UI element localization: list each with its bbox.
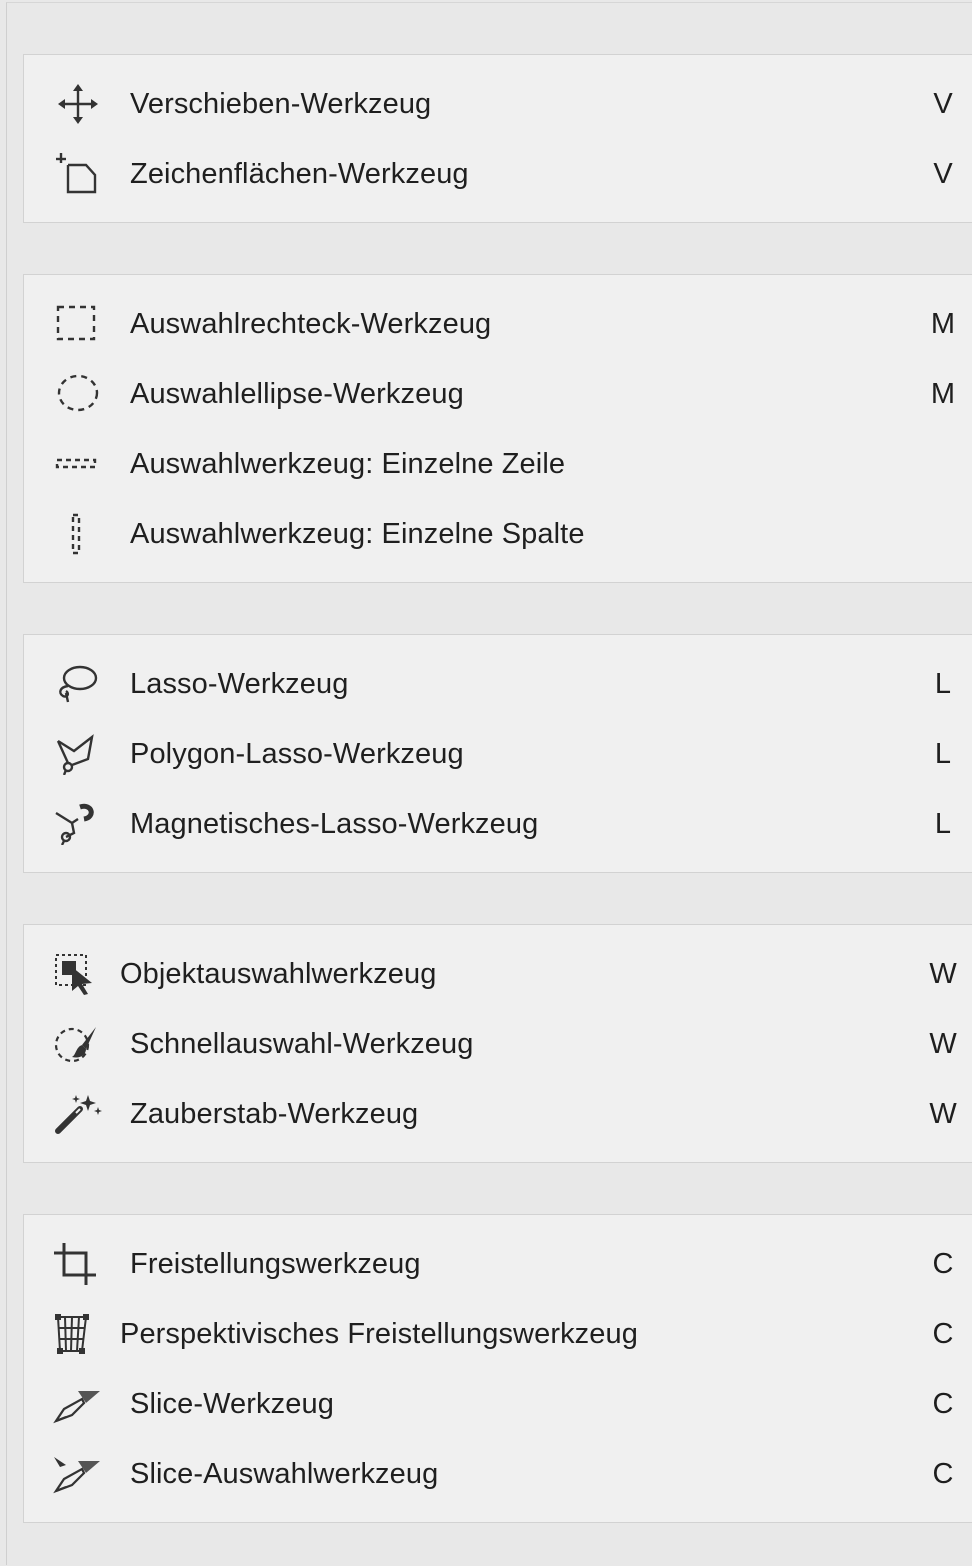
menu-item-magic-wand-tool[interactable]: Zauberstab-Werkzeug W [24,1079,972,1149]
lasso-icon [52,663,104,705]
menu-item-label: Polygon-Lasso-Werkzeug [130,738,464,770]
tool-group-selection: Objektauswahlwerkzeug W Schnellauswahl-W… [23,924,972,1163]
shortcut-key: M [930,308,956,340]
single-row-marquee-icon [52,443,104,485]
object-selection-icon [52,953,104,995]
menu-item-perspective-crop-tool[interactable]: Perspektivisches Freistellungswerkzeug C [24,1299,972,1369]
shortcut-key: L [934,668,952,700]
menu-item-label: Auswahlwerkzeug: Einzelne Zeile [130,448,566,480]
shortcut-key: L [934,738,952,770]
shortcut-key [913,499,972,569]
menu-item-crop-tool[interactable]: Freistellungswerkzeug C [24,1229,972,1299]
menu-item-single-row-marquee-tool[interactable]: Auswahlwerkzeug: Einzelne Zeile [24,429,972,499]
polygonal-lasso-icon [52,733,104,775]
menu-item-slice-tool[interactable]: Slice-Werkzeug C [24,1369,972,1439]
menu-item-label: Freistellungswerkzeug [130,1248,421,1280]
tool-group-lasso: Lasso-Werkzeug L Polygon-Lasso-Werkzeug … [23,634,972,873]
shortcut-key: C [932,1248,954,1280]
shortcut-key: W [929,958,957,990]
slice-icon [52,1383,104,1425]
menu-item-lasso-tool[interactable]: Lasso-Werkzeug L [24,649,972,719]
menu-item-label: Objektauswahlwerkzeug [120,958,437,990]
menu-item-label: Zauberstab-Werkzeug [130,1098,419,1130]
perspective-crop-icon [52,1313,104,1355]
shortcut-key: W [929,1028,957,1060]
shortcut-key [913,429,972,499]
menu-item-label: Verschieben-Werkzeug [130,88,432,120]
artboard-icon [52,153,104,195]
menu-item-quick-selection-tool[interactable]: Schnellauswahl-Werkzeug W [24,1009,972,1079]
menu-item-polygonal-lasso-tool[interactable]: Polygon-Lasso-Werkzeug L [24,719,972,789]
menu-item-label: Zeichenflächen-Werkzeug [130,158,469,190]
menu-item-label: Schnellauswahl-Werkzeug [130,1028,474,1060]
single-column-marquee-icon [52,513,104,555]
menu-item-elliptical-marquee-tool[interactable]: Auswahlellipse-Werkzeug M [24,359,972,429]
shortcut-key: W [929,1098,957,1130]
menu-item-object-selection-tool[interactable]: Objektauswahlwerkzeug W [24,939,972,1009]
menu-item-slice-select-tool[interactable]: Slice-Auswahlwerkzeug C [24,1439,972,1509]
shortcut-key: L [934,808,952,840]
shortcut-key: V [933,158,953,190]
rectangular-marquee-icon [52,303,104,345]
menu-item-label: Auswahlellipse-Werkzeug [130,378,464,410]
shortcut-key: C [932,1388,954,1420]
shortcut-key: C [932,1318,954,1350]
shortcut-key: V [933,88,953,120]
elliptical-marquee-icon [52,373,104,415]
menu-item-label: Magnetisches-Lasso-Werkzeug [130,808,539,840]
slice-select-icon [52,1453,104,1495]
menu-item-move-tool[interactable]: Verschieben-Werkzeug V [24,69,972,139]
magnetic-lasso-icon [52,803,104,845]
menu-item-artboard-tool[interactable]: Zeichenflächen-Werkzeug V [24,139,972,209]
tool-group-crop: Freistellungswerkzeug C Perspektivisches… [23,1214,972,1523]
menu-item-label: Slice-Werkzeug [130,1388,334,1420]
shortcut-key: M [930,378,956,410]
menu-item-label: Auswahlwerkzeug: Einzelne Spalte [130,518,585,550]
menu-item-rectangular-marquee-tool[interactable]: Auswahlrechteck-Werkzeug M [24,289,972,359]
menu-item-single-column-marquee-tool[interactable]: Auswahlwerkzeug: Einzelne Spalte [24,499,972,569]
tool-group-marquee: Auswahlrechteck-Werkzeug M Auswahlellips… [23,274,972,583]
shortcut-key: C [932,1458,954,1490]
menu-item-label: Auswahlrechteck-Werkzeug [130,308,492,340]
crop-icon [52,1243,104,1285]
move-icon [52,83,104,125]
quick-selection-icon [52,1023,104,1065]
tool-group-move: Verschieben-Werkzeug V Zeichenflächen-We… [23,54,972,223]
menu-item-label: Lasso-Werkzeug [130,668,349,700]
magic-wand-icon [52,1093,104,1135]
menu-item-label: Perspektivisches Freistellungswerkzeug [120,1318,638,1350]
menu-item-magnetic-lasso-tool[interactable]: Magnetisches-Lasso-Werkzeug L [24,789,972,859]
menu-item-label: Slice-Auswahlwerkzeug [130,1458,439,1490]
